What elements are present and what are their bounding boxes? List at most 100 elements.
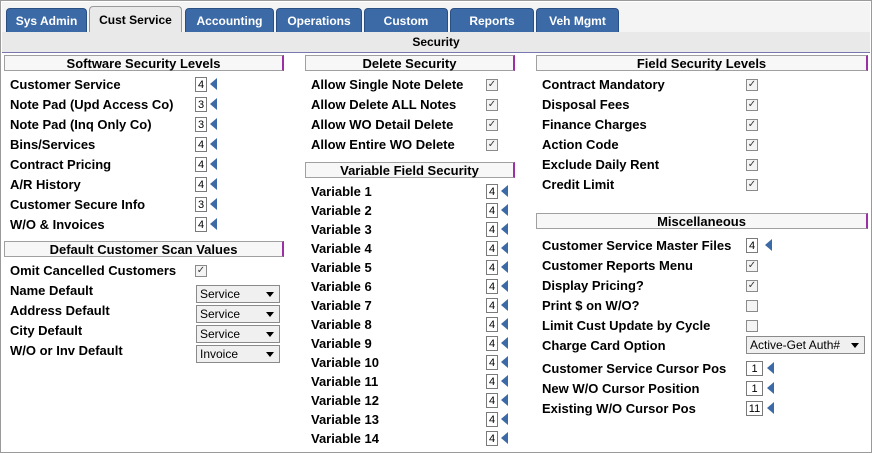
variable-level-input[interactable]: 4 bbox=[486, 355, 498, 370]
delete-security-label: Allow Single Note Delete bbox=[311, 77, 464, 92]
omit-cancelled-checkbox[interactable]: ✓ bbox=[195, 265, 207, 277]
scan-default-select[interactable]: Service bbox=[196, 305, 280, 323]
tab-cust-service[interactable]: Cust Service bbox=[89, 6, 182, 33]
decrement-arrow-icon[interactable] bbox=[210, 118, 217, 130]
scan-default-select[interactable]: Invoice bbox=[196, 345, 280, 363]
variable-level-input[interactable]: 4 bbox=[486, 374, 498, 389]
field-security-checkbox[interactable]: ✓ bbox=[746, 139, 758, 151]
security-level-input[interactable]: 3 bbox=[195, 197, 207, 212]
variable-level-input[interactable]: 4 bbox=[486, 431, 498, 446]
decrement-arrow-icon[interactable] bbox=[501, 185, 508, 197]
cursor-position-label: Customer Service Cursor Pos bbox=[542, 361, 727, 376]
security-level-input[interactable]: 4 bbox=[195, 137, 207, 152]
variable-level-input[interactable]: 4 bbox=[486, 412, 498, 427]
security-level-input[interactable]: 4 bbox=[195, 157, 207, 172]
delete-security-checkbox[interactable]: ✓ bbox=[486, 119, 498, 131]
variable-label: Variable 11 bbox=[311, 374, 379, 389]
variable-label: Variable 7 bbox=[311, 298, 372, 313]
software-security-label: Contract Pricing bbox=[10, 157, 112, 172]
application-window: Sys Admin Cust Service Accounting Operat… bbox=[0, 0, 872, 453]
cursor-position-input[interactable]: 1 bbox=[746, 361, 763, 376]
field-security-label: Contract Mandatory bbox=[542, 77, 665, 92]
decrement-arrow-icon[interactable] bbox=[767, 402, 774, 414]
variable-label: Variable 6 bbox=[311, 279, 372, 294]
decrement-arrow-icon[interactable] bbox=[210, 138, 217, 150]
software-security-label: Note Pad (Upd Access Co) bbox=[10, 97, 174, 112]
software-security-header: Software Security Levels bbox=[4, 55, 284, 71]
decrement-arrow-icon[interactable] bbox=[501, 432, 508, 444]
security-level-input[interactable]: 3 bbox=[195, 97, 207, 112]
variable-level-input[interactable]: 4 bbox=[486, 260, 498, 275]
variable-label: Variable 13 bbox=[311, 412, 379, 427]
decrement-arrow-icon[interactable] bbox=[501, 413, 508, 425]
delete-security-checkbox[interactable]: ✓ bbox=[486, 79, 498, 91]
security-level-input[interactable]: 4 bbox=[195, 217, 207, 232]
variable-level-input[interactable]: 4 bbox=[486, 184, 498, 199]
scan-default-select[interactable]: Service bbox=[196, 325, 280, 343]
field-security-label: Finance Charges bbox=[542, 117, 647, 132]
variable-level-input[interactable]: 4 bbox=[486, 279, 498, 294]
variable-level-input[interactable]: 4 bbox=[486, 298, 498, 313]
master-files-label: Customer Service Master Files bbox=[542, 238, 732, 253]
decrement-arrow-icon[interactable] bbox=[501, 356, 508, 368]
decrement-arrow-icon[interactable] bbox=[501, 242, 508, 254]
tab-veh-mgmt[interactable]: Veh Mgmt bbox=[536, 8, 619, 32]
decrement-arrow-icon[interactable] bbox=[501, 261, 508, 273]
delete-security-header: Delete Security bbox=[305, 55, 515, 71]
decrement-arrow-icon[interactable] bbox=[210, 178, 217, 190]
variable-level-input[interactable]: 4 bbox=[486, 393, 498, 408]
field-security-checkbox[interactable]: ✓ bbox=[746, 179, 758, 191]
decrement-arrow-icon[interactable] bbox=[767, 382, 774, 394]
variable-level-input[interactable]: 4 bbox=[486, 317, 498, 332]
security-level-input[interactable]: 4 bbox=[195, 77, 207, 92]
limit-cust-update-checkbox[interactable] bbox=[746, 320, 758, 332]
field-security-label: Credit Limit bbox=[542, 177, 615, 192]
security-level-input[interactable]: 4 bbox=[195, 177, 207, 192]
delete-security-checkbox[interactable]: ✓ bbox=[486, 139, 498, 151]
decrement-arrow-icon[interactable] bbox=[767, 362, 774, 374]
tab-sys-admin[interactable]: Sys Admin bbox=[6, 8, 87, 32]
decrement-arrow-icon[interactable] bbox=[210, 198, 217, 210]
delete-security-checkbox[interactable]: ✓ bbox=[486, 99, 498, 111]
master-files-level-input[interactable]: 4 bbox=[746, 238, 758, 253]
scan-default-select[interactable]: Service bbox=[196, 285, 280, 303]
reports-menu-checkbox[interactable]: ✓ bbox=[746, 260, 758, 272]
print-on-wo-checkbox[interactable] bbox=[746, 300, 758, 312]
decrement-arrow-icon[interactable] bbox=[501, 394, 508, 406]
variable-level-input[interactable]: 4 bbox=[486, 222, 498, 237]
decrement-arrow-icon[interactable] bbox=[501, 299, 508, 311]
variable-label: Variable 4 bbox=[311, 241, 372, 256]
decrement-arrow-icon[interactable] bbox=[210, 218, 217, 230]
variable-level-input[interactable]: 4 bbox=[486, 241, 498, 256]
field-security-checkbox[interactable]: ✓ bbox=[746, 119, 758, 131]
decrement-arrow-icon[interactable] bbox=[210, 78, 217, 90]
decrement-arrow-icon[interactable] bbox=[501, 280, 508, 292]
chevron-down-icon bbox=[266, 312, 274, 317]
variable-label: Variable 8 bbox=[311, 317, 372, 332]
variable-level-input[interactable]: 4 bbox=[486, 336, 498, 351]
display-pricing-checkbox[interactable]: ✓ bbox=[746, 280, 758, 292]
tab-accounting[interactable]: Accounting bbox=[185, 8, 274, 32]
decrement-arrow-icon[interactable] bbox=[501, 318, 508, 330]
field-security-checkbox[interactable]: ✓ bbox=[746, 79, 758, 91]
decrement-arrow-icon[interactable] bbox=[501, 337, 508, 349]
decrement-arrow-icon[interactable] bbox=[501, 375, 508, 387]
tab-custom[interactable]: Custom bbox=[364, 8, 448, 32]
decrement-arrow-icon[interactable] bbox=[210, 158, 217, 170]
charge-card-select[interactable]: Active-Get Auth# bbox=[746, 336, 865, 354]
field-security-header: Field Security Levels bbox=[536, 55, 868, 71]
cursor-position-label: New W/O Cursor Position bbox=[542, 381, 700, 396]
cursor-position-input[interactable]: 1 bbox=[746, 381, 763, 396]
omit-cancelled-label: Omit Cancelled Customers bbox=[10, 263, 177, 278]
decrement-arrow-icon[interactable] bbox=[501, 223, 508, 235]
field-security-checkbox[interactable]: ✓ bbox=[746, 99, 758, 111]
field-security-checkbox[interactable]: ✓ bbox=[746, 159, 758, 171]
security-level-input[interactable]: 3 bbox=[195, 117, 207, 132]
tab-operations[interactable]: Operations bbox=[276, 8, 362, 32]
decrement-arrow-icon[interactable] bbox=[501, 204, 508, 216]
master-files-arrow-icon[interactable] bbox=[765, 239, 772, 251]
cursor-position-input[interactable]: 11 bbox=[746, 401, 763, 416]
variable-level-input[interactable]: 4 bbox=[486, 203, 498, 218]
tab-reports[interactable]: Reports bbox=[450, 8, 534, 32]
decrement-arrow-icon[interactable] bbox=[210, 98, 217, 110]
